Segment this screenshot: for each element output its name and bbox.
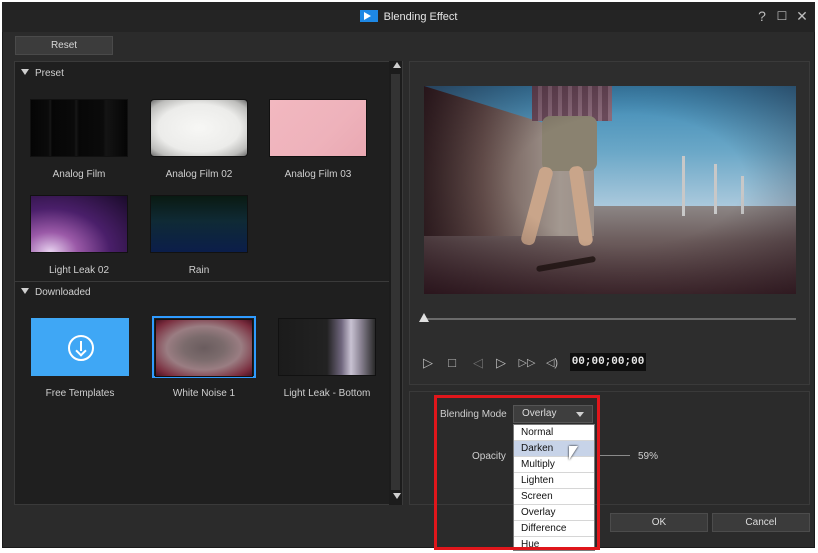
previous-frame-icon[interactable]: ◁ (470, 355, 486, 371)
opacity-value: 59% (638, 451, 659, 462)
preset-thumb-light-leak-02[interactable] (30, 195, 128, 253)
annotation-highlight-box (434, 395, 600, 550)
downloaded-thumb-white-noise-1[interactable] (155, 319, 253, 377)
preset-section-header[interactable]: Preset (15, 64, 393, 84)
preset-label: Analog Film 03 (284, 169, 352, 180)
video-preview (424, 86, 796, 294)
download-icon (68, 335, 94, 361)
play-icon[interactable]: ▷ (420, 355, 436, 371)
preset-label: Rain (188, 265, 210, 276)
preset-label: Analog Film 02 (165, 169, 233, 180)
help-button[interactable]: ? (753, 7, 771, 25)
scroll-down-arrow-icon[interactable] (393, 493, 401, 499)
preset-thumb-analog-film-02[interactable] (150, 99, 248, 157)
timeline-playhead[interactable] (419, 313, 429, 322)
collapse-triangle-icon (21, 69, 29, 75)
section-divider (15, 281, 393, 282)
window-title-wrap: Blending Effect (2, 10, 815, 23)
fast-forward-icon[interactable]: ▷▷ (516, 355, 538, 371)
stop-icon[interactable]: □ (444, 355, 460, 371)
downloaded-label: Free Templates (45, 388, 115, 399)
library-scroll-thumb[interactable] (391, 74, 400, 490)
title-bar: Blending Effect ? ☐ ✕ (2, 2, 815, 32)
collapse-triangle-icon (21, 288, 29, 294)
window-title: Blending Effect (383, 11, 458, 23)
preset-thumb-analog-film-03[interactable] (269, 99, 367, 157)
preset-thumb-rain[interactable] (150, 195, 248, 253)
preset-label: Light Leak 02 (48, 265, 110, 276)
close-button[interactable]: ✕ (793, 7, 811, 25)
downloaded-label: White Noise 1 (172, 388, 236, 399)
preview-vignette (424, 86, 796, 294)
cancel-button[interactable]: Cancel (712, 513, 810, 532)
downloaded-label: Light Leak - Bottom (283, 388, 371, 399)
free-templates-thumb[interactable] (31, 318, 129, 376)
effects-library-panel: Preset Analog Film Analog Film 02 Analog… (14, 61, 403, 505)
ok-button[interactable]: OK (610, 513, 708, 532)
reset-button[interactable]: Reset (15, 36, 113, 55)
scroll-up-arrow-icon[interactable] (393, 62, 401, 68)
maximize-button[interactable]: ☐ (773, 7, 791, 25)
preset-header-label: Preset (35, 68, 64, 79)
preset-label: Analog Film (52, 169, 106, 180)
preset-thumb-analog-film[interactable] (30, 99, 128, 157)
opacity-slider[interactable] (598, 455, 630, 456)
next-frame-icon[interactable]: ▷ (493, 355, 509, 371)
downloaded-header-label: Downloaded (35, 287, 91, 298)
volume-icon[interactable]: ◁) (542, 355, 562, 371)
downloaded-section-header[interactable]: Downloaded (15, 283, 393, 303)
timecode-display: 00;00;00;00 (570, 353, 646, 371)
downloaded-thumb-light-leak-bottom[interactable] (278, 318, 376, 376)
app-logo-icon (359, 10, 378, 22)
timeline-track[interactable] (423, 318, 796, 320)
